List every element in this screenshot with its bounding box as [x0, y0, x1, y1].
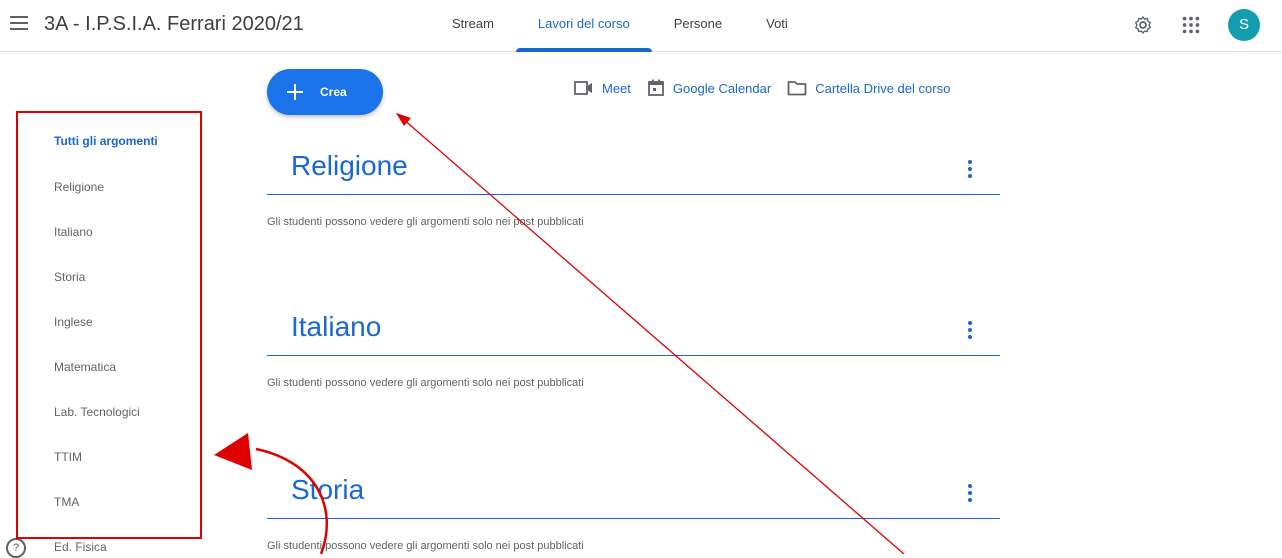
hamburger-menu-icon[interactable]	[10, 16, 28, 30]
class-title[interactable]: 3A - I.P.S.I.A. Ferrari 2020/21	[44, 13, 304, 36]
folder-icon	[787, 81, 807, 96]
sidebar-item-lab-tecnologici[interactable]: Lab. Tecnologici	[54, 405, 140, 419]
meet-icon	[574, 81, 592, 95]
more-vert-icon[interactable]	[968, 160, 974, 178]
tab-voti[interactable]: Voti	[744, 0, 810, 52]
sidebar-item-tma[interactable]: TMA	[54, 495, 79, 509]
tab-lavori-del-corso[interactable]: Lavori del corso	[515, 0, 652, 52]
sidebar-item-matematica[interactable]: Matematica	[54, 360, 116, 374]
google-apps-icon[interactable]	[1180, 14, 1202, 36]
sidebar-item-ttim[interactable]: TTIM	[54, 450, 82, 464]
sidebar-item-ed-fisica[interactable]: Ed. Fisica	[54, 540, 107, 554]
meet-link-label: Meet	[602, 80, 631, 96]
drive-folder-link[interactable]: Cartella Drive del corso	[787, 80, 950, 96]
more-vert-icon[interactable]	[968, 484, 974, 502]
tab-stream[interactable]: Stream	[430, 0, 516, 52]
calendar-icon	[648, 79, 664, 96]
class-links: Meet Google Calendar Cartella Drive del …	[574, 79, 950, 97]
google-calendar-link-label: Google Calendar	[672, 80, 772, 96]
avatar[interactable]: S	[1228, 9, 1260, 41]
topic-note: Gli studenti possono vedere gli argoment…	[267, 377, 584, 389]
header-actions: S	[1132, 9, 1260, 41]
sidebar-item-inglese[interactable]: Inglese	[54, 315, 93, 329]
create-button-label: Crea	[320, 85, 347, 99]
topic-divider	[267, 518, 1000, 519]
topic-note: Gli studenti possono vedere gli argoment…	[267, 540, 584, 552]
plus-icon	[287, 84, 303, 100]
topic-title[interactable]: Italiano	[291, 311, 381, 343]
topic-divider	[267, 355, 1000, 356]
annotation-arrowhead	[396, 113, 411, 126]
sidebar-item-religione[interactable]: Religione	[54, 180, 104, 194]
tab-persone[interactable]: Persone	[652, 0, 744, 52]
topic-note: Gli studenti possono vedere gli argoment…	[267, 216, 584, 228]
more-vert-icon[interactable]	[968, 321, 974, 339]
sidebar-item-italiano[interactable]: Italiano	[54, 225, 93, 239]
google-calendar-link[interactable]: Google Calendar	[647, 79, 771, 97]
gear-icon[interactable]	[1132, 14, 1154, 36]
help-icon[interactable]: ?	[6, 538, 26, 558]
topic-title[interactable]: Religione	[291, 150, 408, 182]
topic-title[interactable]: Storia	[291, 474, 364, 506]
meet-link[interactable]: Meet	[574, 80, 631, 96]
drive-folder-link-label: Cartella Drive del corso	[815, 80, 951, 96]
sidebar-item-tutti-gli-argomenti[interactable]: Tutti gli argomenti	[54, 134, 158, 148]
nav-tabs: Stream Lavori del corso Persone Voti	[430, 0, 810, 52]
create-button[interactable]: Crea	[267, 69, 383, 115]
app-header: 3A - I.P.S.I.A. Ferrari 2020/21 Stream L…	[0, 0, 1282, 52]
topics-sidebar: Tutti gli argomenti Religione Italiano S…	[0, 52, 230, 558]
annotation-arrow-line	[401, 117, 905, 554]
topic-divider	[267, 194, 1000, 195]
sidebar-item-storia[interactable]: Storia	[54, 270, 85, 284]
